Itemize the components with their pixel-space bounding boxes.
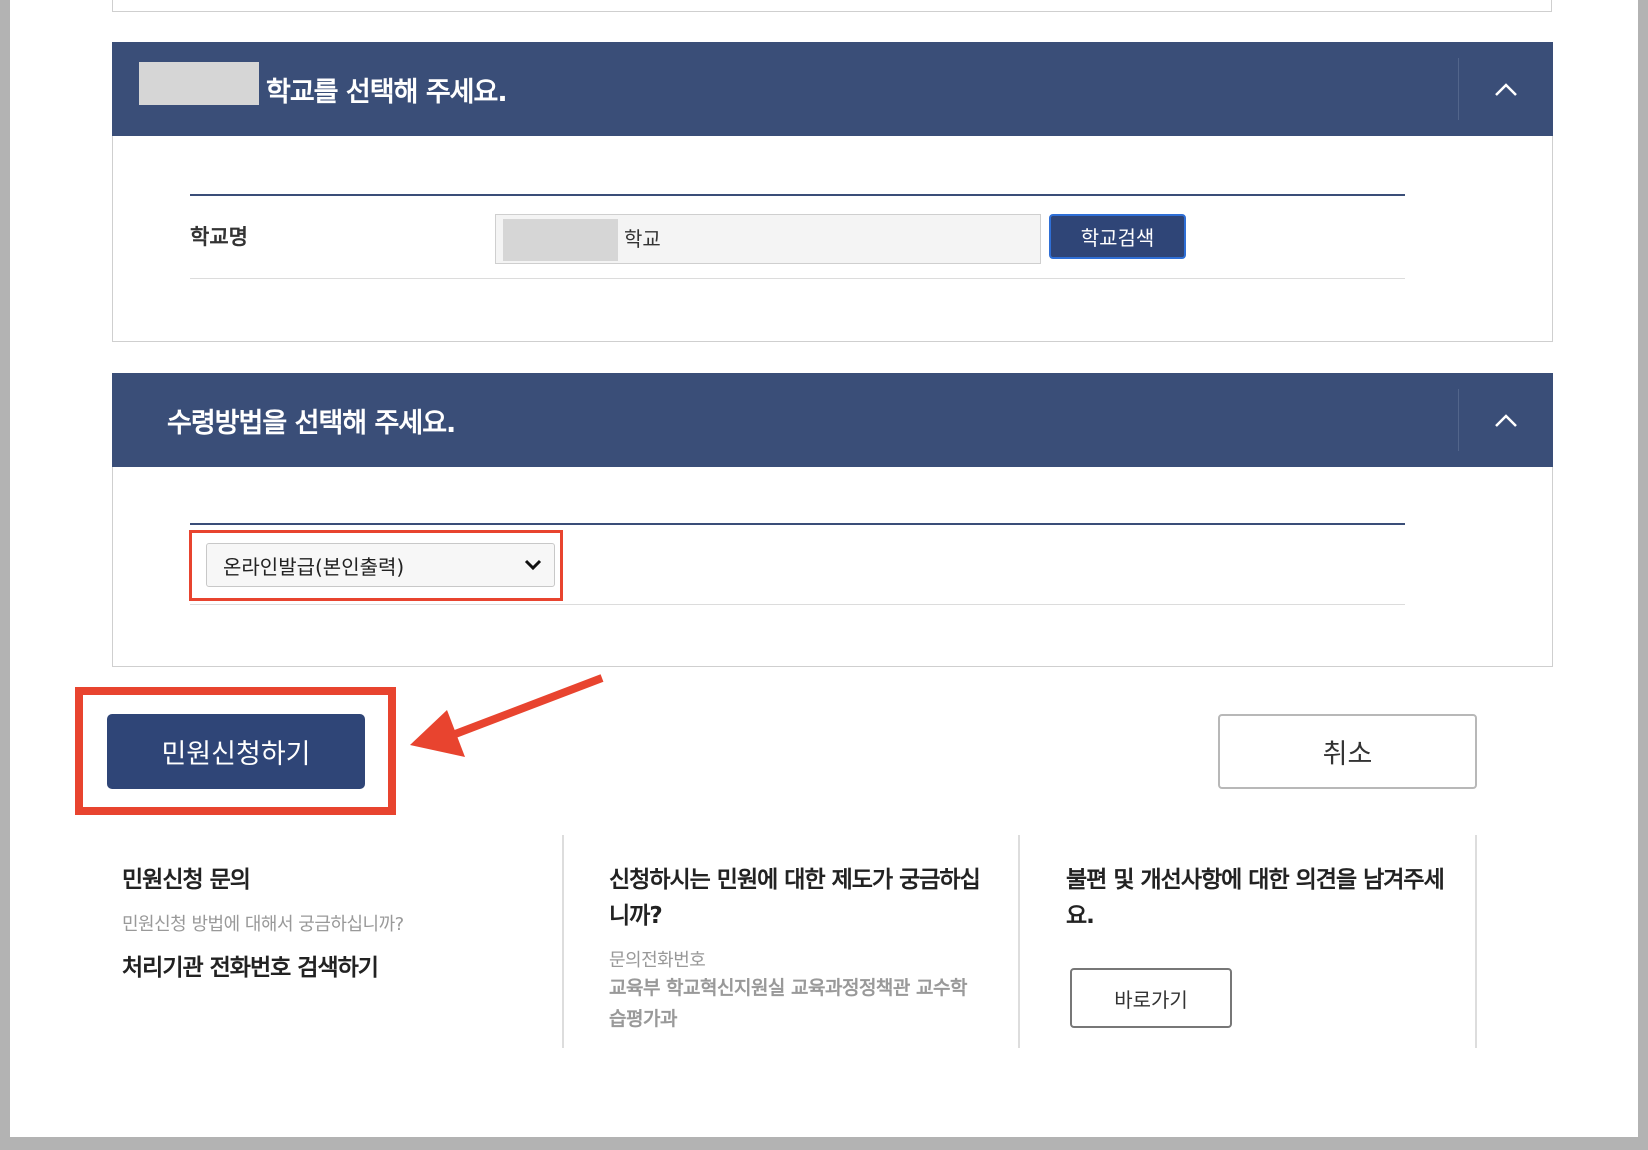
- column-separator: [562, 835, 564, 1048]
- school-section-collapse-button[interactable]: [1459, 42, 1553, 136]
- responsible-org-line1: 교육부 학교혁신지원실 교육과정정책관 교수학: [609, 977, 967, 999]
- arrow-icon: [410, 674, 604, 757]
- page: 학교를 선택해 주세요. 학교명 학교 학교검색 수령방법을 선택해 주세요.: [10, 0, 1638, 1137]
- chevron-up-icon: [1495, 83, 1517, 96]
- receive-section: 수령방법을 선택해 주세요. 온라인발급(본인출력): [112, 373, 1553, 667]
- form-bottom-line: [190, 278, 1405, 279]
- school-section-title: 학교를 선택해 주세요.: [266, 77, 508, 108]
- chevron-up-icon: [1495, 414, 1517, 427]
- receive-section-title: 수령방법을 선택해 주세요.: [167, 408, 456, 439]
- contact-phone-label: 문의전화번호: [609, 950, 706, 971]
- redacted-region: [139, 62, 259, 105]
- policy-question-title-line2: 니까?: [609, 903, 663, 929]
- inquiry-title: 민원신청 문의: [122, 867, 251, 893]
- inquiry-subtitle: 민원신청 방법에 대해서 궁금하십니까?: [122, 914, 404, 935]
- receive-section-collapse-button[interactable]: [1459, 373, 1553, 467]
- feedback-go-button[interactable]: 바로가기: [1070, 968, 1232, 1028]
- school-name-value: 학교: [624, 227, 661, 251]
- form-bottom-line: [190, 604, 1405, 605]
- agency-phone-search-link[interactable]: 처리기관 전화번호 검색하기: [122, 948, 379, 982]
- feedback-title-line2: 요.: [1066, 903, 1095, 929]
- submit-highlight-box: [75, 687, 396, 815]
- cancel-button[interactable]: 취소: [1218, 714, 1477, 789]
- school-section-header: 학교를 선택해 주세요.: [112, 42, 1553, 136]
- redacted-region: [503, 219, 618, 261]
- form-top-line: [190, 194, 1405, 196]
- receive-section-header: 수령방법을 선택해 주세요.: [112, 373, 1553, 467]
- feedback-title-line1: 불편 및 개선사항에 대한 의견을 남겨주세: [1066, 867, 1445, 893]
- form-top-line: [190, 523, 1405, 525]
- school-section: 학교를 선택해 주세요. 학교명 학교 학교검색: [112, 42, 1553, 342]
- school-name-label: 학교명: [190, 225, 248, 249]
- column-separator: [1018, 835, 1020, 1048]
- column-separator: [1475, 835, 1477, 1048]
- policy-question-title-line1: 신청하시는 민원에 대한 제도가 궁금하십: [609, 867, 981, 893]
- previous-section-edge: [112, 0, 1552, 12]
- school-search-button[interactable]: 학교검색: [1049, 214, 1186, 259]
- responsible-org-line2: 습평가과: [609, 1008, 677, 1030]
- select-highlight-box: [189, 530, 563, 601]
